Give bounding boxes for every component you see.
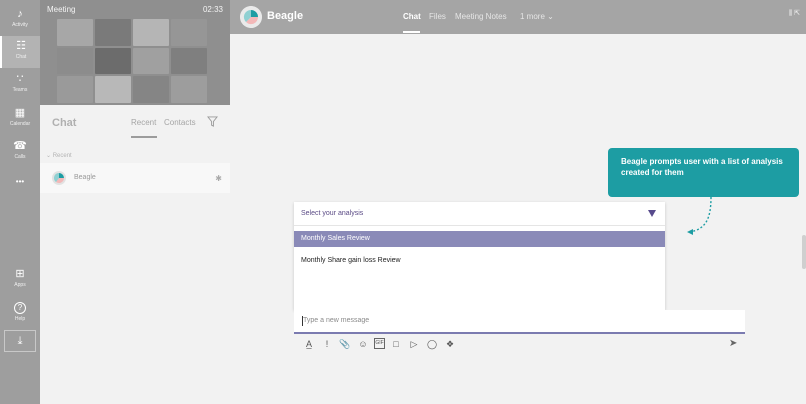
callout-annotation: Beagle prompts user with a list of analy… (608, 148, 799, 197)
video-grid (57, 19, 207, 103)
video-tile (95, 47, 131, 75)
praise-icon[interactable]: ◯ (425, 337, 439, 351)
dropdown-option[interactable]: Monthly Share gain loss Review (294, 253, 665, 269)
contact-name: Beagle (74, 174, 96, 181)
compose-toolbar: A̲ ! 📎 ☺ GIF □ ▷ ◯ ❖ (302, 337, 457, 351)
dropdown-placeholder: Select your analysis (301, 210, 364, 217)
scrollbar[interactable] (802, 235, 806, 269)
chat-list-panel: Chat Recent Contacts ⌄ Recent Beagle ✱ (40, 105, 230, 404)
message-input[interactable]: Type a new message (303, 317, 369, 324)
recent-section-label: ⌄ Recent (46, 153, 72, 159)
more-icon: ••• (15, 177, 25, 186)
rail-apps[interactable]: ⊞ Apps (0, 264, 40, 296)
app-title: Beagle (267, 10, 304, 22)
teams-icon: ∵ (16, 73, 24, 85)
video-tile (171, 19, 207, 46)
tab-more[interactable]: 1 more ⌄ (520, 12, 554, 21)
dropdown-divider (294, 225, 665, 226)
chat-panel-title: Chat (52, 117, 77, 129)
dropdown-header[interactable]: Select your analysis (294, 202, 665, 225)
dropdown-arrow-icon[interactable] (648, 210, 656, 217)
phone-icon: ☎ (13, 140, 27, 152)
app-rail: ♪ Activity ☷ Chat ∵ Teams ▦ Calendar ☎ Calls … (0, 0, 40, 404)
video-tile (171, 76, 207, 103)
beagle-logo-icon (52, 171, 66, 185)
header-bar: Beagle Chat Files Meeting Notes 1 more ⌄… (230, 0, 806, 34)
video-tile (95, 76, 131, 103)
rail-more[interactable]: ••• (0, 172, 40, 204)
dropdown-option[interactable]: Monthly Sales Review (294, 231, 665, 247)
recent-section-text: Recent (52, 153, 72, 159)
chat-list-item[interactable]: Beagle ✱ (40, 163, 230, 193)
meeting-timer: 02:33 (202, 5, 223, 14)
rail-help[interactable]: ? Help (0, 298, 40, 330)
more-apps-icon[interactable]: ❖ (443, 337, 457, 351)
video-tile (133, 19, 169, 46)
rail-activity[interactable]: ♪ Activity (0, 4, 40, 36)
tab-meeting-notes[interactable]: Meeting Notes (455, 12, 507, 21)
meeting-video[interactable]: Meeting 02:33 (40, 0, 230, 105)
gif-icon[interactable]: GIF (374, 338, 385, 349)
mute-icon: ✱ (215, 174, 222, 183)
filter-icon[interactable] (207, 116, 218, 127)
tab-files[interactable]: Files (429, 12, 446, 21)
download-icon: ⤓ (17, 335, 23, 347)
callout-arrow (687, 196, 712, 235)
emoji-icon[interactable]: ☺ (356, 337, 370, 351)
tab-contacts[interactable]: Contacts (164, 118, 196, 127)
beagle-app-icon (240, 6, 262, 28)
rail-chat[interactable]: ☷ Chat (0, 36, 40, 68)
rail-download[interactable]: ⤓ (4, 330, 36, 352)
active-tab-underline (403, 31, 420, 33)
chat-area: Beagle prompts user with a list of analy… (230, 34, 806, 404)
video-tile (57, 47, 93, 75)
analysis-dropdown[interactable]: Select your analysis Monthly Sales Revie… (294, 202, 665, 310)
tab-recent[interactable]: Recent (131, 118, 156, 127)
help-icon: ? (14, 302, 26, 314)
video-tile (171, 47, 207, 75)
attach-icon[interactable]: 📎 (338, 337, 352, 351)
send-icon[interactable]: ➤ (729, 338, 737, 349)
format-icon[interactable]: A̲ (302, 337, 316, 351)
bell-icon: ♪ (17, 8, 23, 20)
important-icon[interactable]: ! (320, 337, 334, 351)
meet-icon[interactable]: ▷ (407, 337, 421, 351)
popout-icon[interactable]: ⫼ ⇱ (789, 9, 800, 18)
rail-teams[interactable]: ∵ Teams (0, 69, 40, 101)
tab-recent-underline (131, 136, 157, 138)
video-tile (57, 76, 93, 103)
tab-chat[interactable]: Chat (403, 12, 421, 21)
video-tile (95, 19, 131, 46)
video-tile (133, 76, 169, 103)
meeting-title: Meeting (47, 5, 76, 14)
chat-icon: ☷ (16, 40, 26, 52)
sticker-icon[interactable]: □ (389, 337, 403, 351)
video-tile (133, 47, 169, 75)
video-tile (57, 19, 93, 46)
rail-calendar[interactable]: ▦ Calendar (0, 103, 40, 135)
apps-icon: ⊞ (15, 268, 25, 280)
message-compose[interactable]: Type a new message (294, 310, 745, 334)
calendar-icon: ▦ (14, 107, 26, 119)
rail-calls[interactable]: ☎ Calls (0, 136, 40, 168)
